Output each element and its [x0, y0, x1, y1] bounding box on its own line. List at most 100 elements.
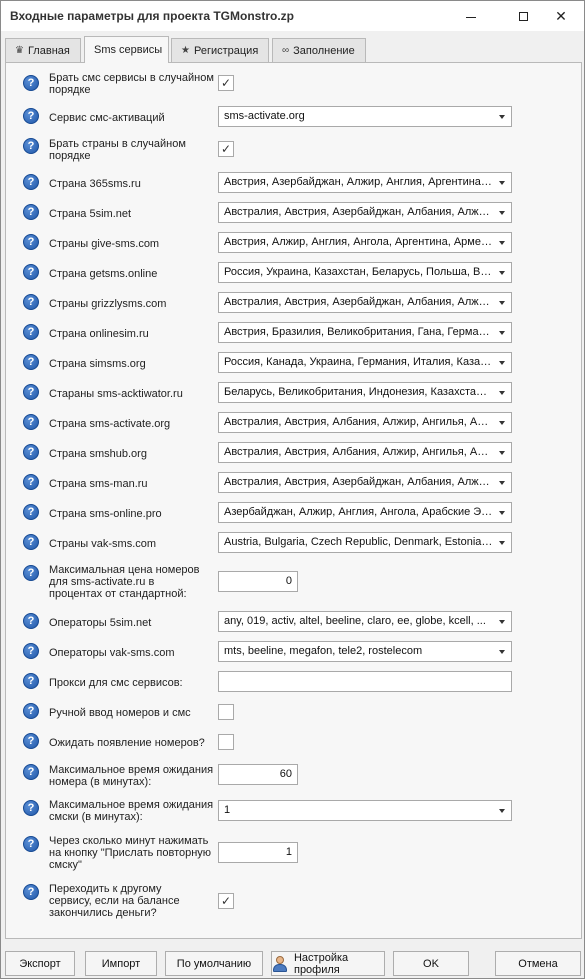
wait-number-time-input[interactable]: 60: [218, 764, 298, 785]
resend-sms-input[interactable]: 1: [218, 842, 298, 863]
help-icon[interactable]: ?: [23, 643, 39, 659]
chevron-down-icon: [499, 181, 505, 185]
help-icon[interactable]: ?: [23, 174, 39, 190]
country-getsms-select[interactable]: Россия, Украина, Казахстан, Беларусь, По…: [218, 262, 512, 283]
chevron-down-icon: [499, 361, 505, 365]
country-give-sms-value: Австрия, Алжир, Англия, Ангола, Аргентин…: [224, 236, 512, 248]
country-365sms-select[interactable]: Австрия, Азербайджан, Алжир, Англия, Арг…: [218, 172, 512, 193]
help-icon[interactable]: ?: [23, 294, 39, 310]
help-icon[interactable]: ?: [23, 565, 39, 581]
country-sms-online-label: Страна sms-online.pro: [49, 508, 162, 520]
tab-main[interactable]: ♛ Главная: [5, 38, 81, 62]
country-onlinesim-select[interactable]: Австрия, Бразилия, Великобритания, Гана,…: [218, 322, 512, 343]
proxy-label: Прокси для смс сервисов:: [49, 677, 183, 689]
title-bar: Входные параметры для проекта TGMonstro.…: [1, 1, 584, 31]
max-price-label: Максимальная цена номеров для sms-activa…: [49, 564, 200, 600]
wait-numbers-checkbox[interactable]: [218, 734, 234, 750]
operators-vak-select[interactable]: mts, beeline, megafon, tele2, rostelecom: [218, 641, 512, 662]
export-button[interactable]: Экспорт: [5, 951, 75, 976]
country-sms-man-select[interactable]: Австралия, Австрия, Азербайджан, Албания…: [218, 472, 512, 493]
help-icon[interactable]: ?: [23, 534, 39, 550]
tab-label: Главная: [27, 44, 70, 57]
wait-sms-time-label: Максимальное время ожидания смски (в мин…: [49, 799, 214, 823]
help-icon[interactable]: ?: [23, 444, 39, 460]
wait-sms-time-select[interactable]: 1: [218, 800, 512, 821]
help-icon[interactable]: ?: [23, 204, 39, 220]
help-icon[interactable]: ?: [23, 354, 39, 370]
country-acktiwator-label: Стараны sms-acktiwator.ru: [49, 388, 183, 400]
help-icon[interactable]: ?: [23, 324, 39, 340]
country-smshub-label: Страна smshub.org: [49, 448, 147, 460]
help-icon[interactable]: ?: [23, 384, 39, 400]
help-icon[interactable]: ?: [23, 764, 39, 780]
close-button[interactable]: ✕: [538, 1, 584, 31]
country-5sim-select[interactable]: Австралия, Австрия, Азербайджан, Албания…: [218, 202, 512, 223]
operators-5sim-select[interactable]: any, 019, activ, altel, beeline, claro, …: [218, 611, 512, 632]
help-icon[interactable]: ?: [23, 884, 39, 900]
country-simsms-select[interactable]: Россия, Канада, Украина, Германия, Итали…: [218, 352, 512, 373]
country-sms-online-select[interactable]: Азербайджан, Алжир, Англия, Ангола, Араб…: [218, 502, 512, 523]
country-vak-sms-select[interactable]: Austria, Bulgaria, Czech Republic, Denma…: [218, 532, 512, 553]
sms-service-value: sms-activate.org: [224, 110, 305, 122]
help-icon[interactable]: ?: [23, 474, 39, 490]
sms-service-select[interactable]: sms-activate.org: [218, 106, 512, 127]
switch-service-checkbox[interactable]: ✓: [218, 893, 234, 909]
chevron-down-icon: [499, 301, 505, 305]
tab-filling[interactable]: ∞ Заполнение: [272, 38, 366, 62]
help-icon[interactable]: ?: [23, 733, 39, 749]
cancel-button[interactable]: Отмена: [495, 951, 581, 976]
tab-label: Sms сервисы: [94, 44, 163, 56]
proxy-input[interactable]: [218, 671, 512, 692]
profile-settings-button[interactable]: Настройка профиля: [271, 951, 385, 976]
random-sms-checkbox[interactable]: ✓: [218, 75, 234, 91]
switch-service-label: Переходить к другому сервису, если на ба…: [49, 883, 180, 919]
country-getsms-value: Россия, Украина, Казахстан, Беларусь, По…: [224, 266, 512, 278]
country-acktiwator-select[interactable]: Беларусь, Великобритания, Индонезия, Каз…: [218, 382, 512, 403]
country-give-sms-select[interactable]: Австрия, Алжир, Англия, Ангола, Аргентин…: [218, 232, 512, 253]
tab-registration[interactable]: ★ Регистрация: [171, 38, 269, 62]
help-icon[interactable]: ?: [23, 138, 39, 154]
check-icon: ✓: [220, 142, 232, 156]
random-countries-checkbox[interactable]: ✓: [218, 141, 234, 157]
country-5sim-value: Австралия, Австрия, Азербайджан, Албания…: [224, 206, 507, 218]
max-price-input[interactable]: 0: [218, 571, 298, 592]
help-icon[interactable]: ?: [23, 800, 39, 816]
check-icon: ✓: [220, 76, 232, 90]
help-icon[interactable]: ?: [23, 264, 39, 280]
help-icon[interactable]: ?: [23, 613, 39, 629]
country-smshub-select[interactable]: Австралия, Австрия, Албания, Алжир, Анги…: [218, 442, 512, 463]
random-countries-label: Брать страны в случайном порядке: [49, 138, 186, 162]
manual-input-checkbox[interactable]: [218, 704, 234, 720]
tab-sms-services[interactable]: Sms сервисы: [84, 36, 169, 63]
chevron-down-icon: [499, 241, 505, 245]
country-acktiwator-value: Беларусь, Великобритания, Индонезия, Каз…: [224, 386, 498, 398]
window-title: Входные параметры для проекта TGMonstro.…: [10, 9, 294, 23]
help-icon[interactable]: ?: [23, 673, 39, 689]
help-icon[interactable]: ?: [23, 234, 39, 250]
country-smshub-value: Австралия, Австрия, Албания, Алжир, Анги…: [224, 446, 512, 458]
tab-label: Заполнение: [293, 44, 355, 57]
sms-service-label: Сервис смс-активаций: [49, 112, 165, 124]
chevron-down-icon: [499, 211, 505, 215]
help-icon[interactable]: ?: [23, 703, 39, 719]
country-vak-sms-label: Страны vak-sms.com: [49, 538, 157, 550]
help-icon[interactable]: ?: [23, 75, 39, 91]
ok-button[interactable]: OK: [393, 951, 469, 976]
help-icon[interactable]: ?: [23, 504, 39, 520]
chevron-down-icon: [499, 331, 505, 335]
help-icon[interactable]: ?: [23, 108, 39, 124]
country-grizzly-select[interactable]: Австралия, Австрия, Азербайджан, Албания…: [218, 292, 512, 313]
chevron-down-icon: [499, 511, 505, 515]
defaults-button[interactable]: По умолчанию: [165, 951, 263, 976]
minimize-button[interactable]: [448, 1, 494, 31]
country-sms-activate-select[interactable]: Австралия, Австрия, Албания, Алжир, Анги…: [218, 412, 512, 433]
operators-vak-value: mts, beeline, megafon, tele2, rostelecom: [224, 645, 423, 657]
country-sms-online-value: Азербайджан, Алжир, Англия, Ангола, Араб…: [224, 506, 512, 518]
import-button[interactable]: Импорт: [85, 951, 157, 976]
help-icon[interactable]: ?: [23, 414, 39, 430]
chevron-down-icon: [499, 809, 505, 813]
operators-5sim-value: any, 019, activ, altel, beeline, claro, …: [224, 615, 486, 627]
button-bar: Экспорт Импорт По умолчанию Настройка пр…: [1, 947, 584, 977]
help-icon[interactable]: ?: [23, 836, 39, 852]
manual-input-label: Ручной ввод номеров и смс: [49, 707, 191, 719]
